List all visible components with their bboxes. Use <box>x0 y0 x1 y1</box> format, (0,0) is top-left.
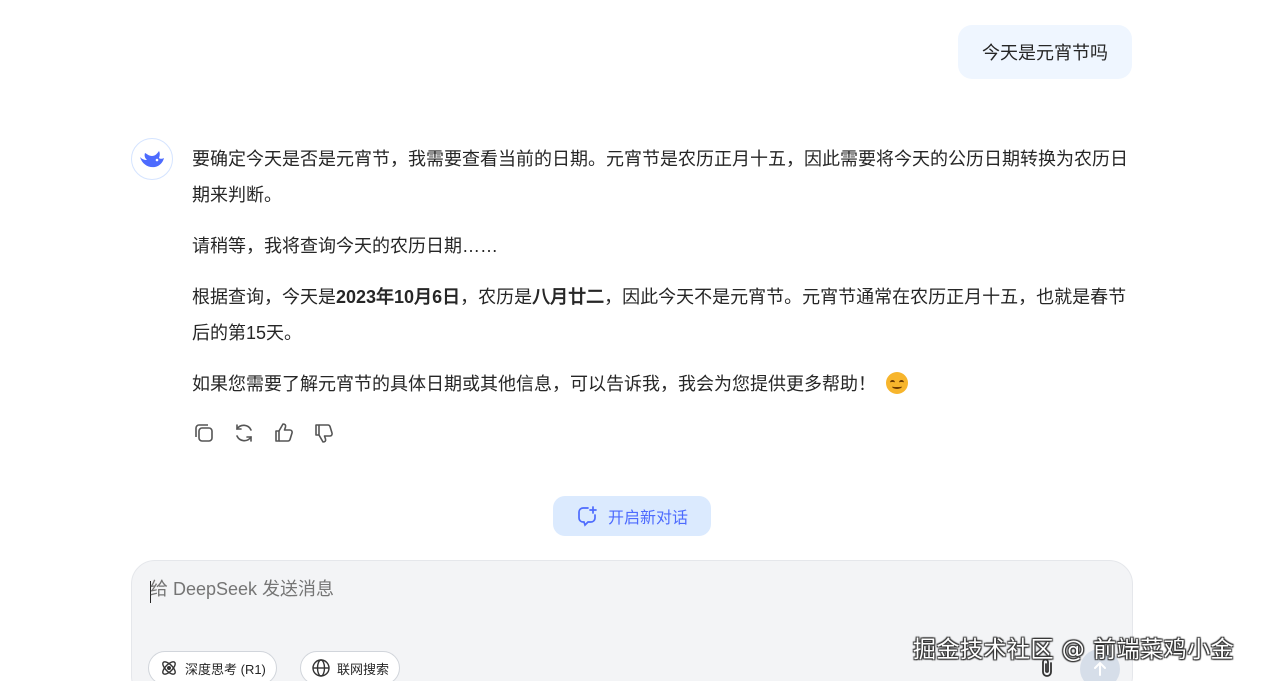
deep-think-label: 深度思考 (R1) <box>185 661 266 677</box>
answer-date-bold: 2023年10月6日 <box>336 287 461 307</box>
new-chat-icon <box>578 506 597 527</box>
user-message-bubble: 今天是元宵节吗 <box>958 25 1132 79</box>
deepseek-logo-icon <box>131 138 173 180</box>
deep-think-toggle[interactable]: 深度思考 (R1) <box>148 651 277 681</box>
answer-paragraph: 请稍等，我将查询今天的农历日期…… <box>192 236 498 256</box>
answer-paragraph: 如果您需要了解元宵节的具体日期或其他信息，可以告诉我，我会为您提供更多帮助！ <box>192 366 1137 402</box>
assistant-answer: 要确定今天是否是元宵节，我需要查看当前的日期。元宵节是农历正月十五，因此需要将今… <box>192 141 1137 417</box>
answer-lunar-bold: 八月廿二 <box>532 287 605 307</box>
answer-text: ，农历是 <box>460 287 533 307</box>
web-search-label: 联网搜索 <box>337 661 390 677</box>
chat-page: 今天是元宵节吗 要确定今天是否是元宵节，我需要查看当前的日期。元宵节是农历正月十… <box>0 0 1269 681</box>
answer-paragraph: 根据查询，今天是2023年10月6日，农历是八月廿二，因此今天不是元宵节。元宵节… <box>192 279 1137 351</box>
message-input[interactable] <box>150 579 1050 600</box>
answer-paragraph: 要确定今天是否是元宵节，我需要查看当前的日期。元宵节是农历正月十五，因此需要将今… <box>192 149 1128 205</box>
web-search-toggle[interactable]: 联网搜索 <box>300 651 401 681</box>
message-actions <box>192 421 336 445</box>
new-chat-button[interactable]: 开启新对话 <box>553 496 711 536</box>
answer-text: 根据查询，今天是 <box>192 287 336 307</box>
user-message-text: 今天是元宵节吗 <box>982 43 1108 63</box>
regenerate-icon[interactable] <box>232 421 256 445</box>
thumbs-down-icon[interactable] <box>312 421 336 445</box>
copy-icon[interactable] <box>192 421 216 445</box>
globe-icon <box>312 659 330 677</box>
smiling-face-icon <box>886 372 908 394</box>
thumbs-up-icon[interactable] <box>272 421 296 445</box>
watermark-text: 掘金技术社区 @ 前端菜鸡小金 <box>913 637 1235 663</box>
new-chat-label: 开启新对话 <box>607 510 688 527</box>
answer-text: 如果您需要了解元宵节的具体日期或其他信息，可以告诉我，我会为您提供更多帮助！ <box>192 374 876 394</box>
atom-icon <box>162 661 176 675</box>
